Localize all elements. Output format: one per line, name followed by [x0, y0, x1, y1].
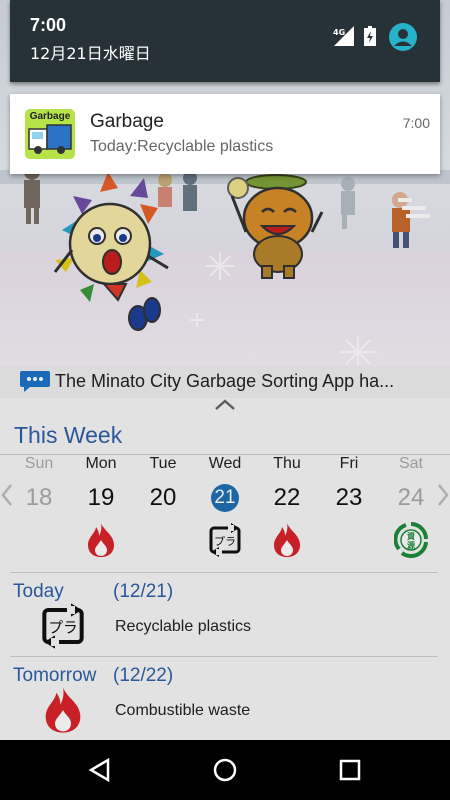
battery-icon [364, 26, 376, 46]
status-date[interactable]: 12月21日水曜日 [30, 40, 151, 64]
back-button-icon[interactable] [86, 756, 114, 784]
notification-body: Today:Recyclable plastics [90, 138, 274, 155]
recents-button-icon[interactable] [336, 756, 364, 784]
home-button-icon[interactable] [211, 756, 239, 784]
notification-time: 7:00 [402, 115, 430, 131]
notification-card[interactable]: Garbage Garbage Today:Recyclable plastic… [10, 94, 440, 174]
user-avatar-icon[interactable] [389, 23, 417, 51]
svg-text:4G: 4G [333, 28, 345, 37]
notification-shade-header[interactable]: 7:00 12月21日水曜日 4G [10, 0, 440, 82]
status-clock: 7:00 [30, 15, 67, 35]
signal-4g-icon: 4G [333, 26, 354, 46]
garbage-app-icon: Garbage [25, 109, 75, 159]
notification-title: Garbage [90, 111, 164, 132]
navigation-bar [0, 740, 450, 800]
